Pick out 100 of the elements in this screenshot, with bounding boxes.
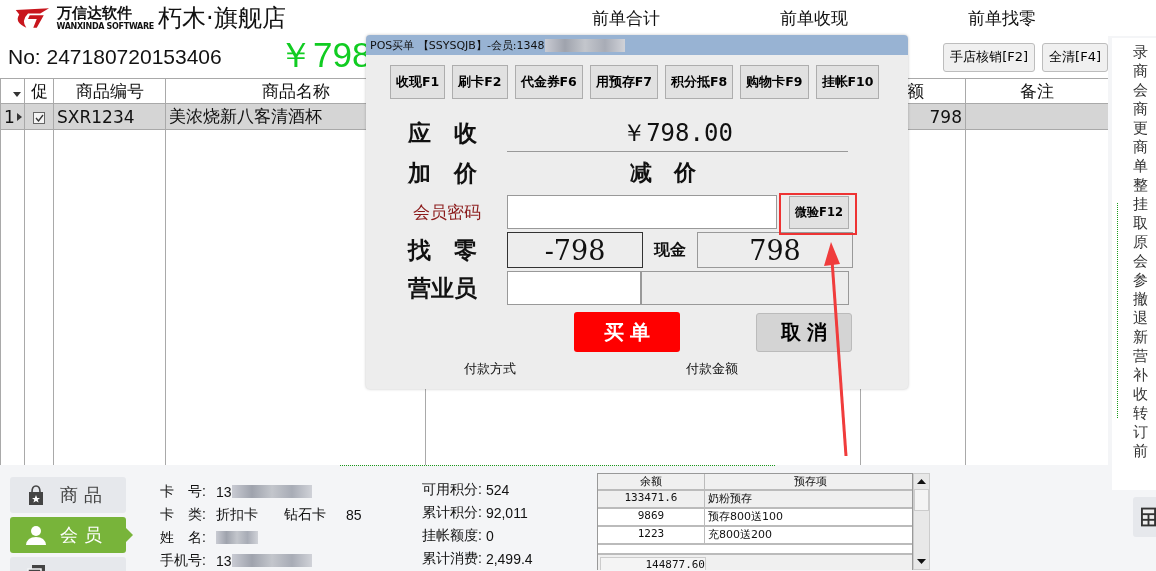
field-label: 挂帐额度:: [422, 526, 482, 545]
side-tab[interactable]: 商品: [10, 477, 126, 513]
menu-item[interactable]: 参: [1133, 271, 1156, 290]
field-label: 会员密码: [412, 200, 482, 224]
field-value: 524: [485, 481, 510, 498]
menu-item[interactable]: 商: [1133, 138, 1156, 157]
pay-button[interactable]: 买 单: [574, 312, 680, 352]
payment-method-button[interactable]: 收现F1: [390, 65, 446, 99]
window-title: POS买单 【SSYSQJB】-会员:1348: [370, 37, 545, 53]
menu-item[interactable]: 收: [1133, 385, 1156, 404]
action-button[interactable]: 手店核销[F2]: [943, 42, 1036, 72]
field-label: 现金: [652, 239, 687, 261]
menu-item[interactable]: 挂: [1133, 195, 1156, 214]
field-value: 92,011: [485, 504, 528, 521]
column-header: 商品编号: [75, 80, 144, 101]
field-label: 累计积分:: [422, 503, 482, 522]
cancel-button[interactable]: 取 消: [756, 312, 852, 352]
checkbox[interactable]: [33, 111, 45, 124]
field-value: 钻石卡: [284, 505, 326, 524]
table-cell-text: 充800送200: [707, 527, 773, 543]
column-header: 余额: [598, 474, 705, 489]
field-label: 营业员: [408, 272, 478, 303]
menu-item[interactable]: 原: [1133, 233, 1156, 252]
menu-item[interactable]: 整: [1133, 176, 1156, 195]
logo-subtitle: WANXINDA SOFTWARE: [56, 22, 154, 31]
menu-item[interactable]: 前: [1133, 442, 1156, 461]
column-header: 预存项: [792, 474, 828, 489]
field-label: 加 价: [408, 157, 478, 188]
table-cell: 1223: [598, 527, 705, 543]
field-value: 2,499.4: [485, 550, 533, 567]
sort-icon: [13, 92, 21, 97]
menu-item[interactable]: 撤: [1133, 290, 1156, 309]
menu-item[interactable]: 新: [1133, 328, 1156, 347]
column-header: 商品名称: [261, 80, 330, 101]
menu-item[interactable]: 退: [1133, 309, 1156, 328]
menu-item[interactable]: 商: [1133, 100, 1156, 119]
menu-item[interactable]: 会: [1133, 81, 1156, 100]
payment-method-button[interactable]: 积分抵F8: [665, 65, 734, 99]
payment-method-button[interactable]: 用预存F7: [589, 65, 658, 99]
menu-item[interactable]: 商: [1133, 62, 1156, 81]
field-label: 累计消费:: [422, 549, 482, 568]
shopping-bag-icon: [26, 485, 46, 505]
summary-label: 前单合计: [592, 6, 661, 30]
table-cell: 美浓烧新八客清酒杯: [169, 106, 322, 126]
field-value: 折扣卡: [216, 505, 258, 524]
store-name: 朽木·旗舰店: [158, 3, 286, 34]
password-field[interactable]: [507, 195, 777, 229]
total-cell: 144877.60: [600, 557, 706, 570]
table-cell: SXR1234: [57, 106, 135, 127]
clerk-field[interactable]: [507, 271, 641, 305]
field-value: 0: [485, 527, 494, 544]
row-number: 1: [4, 106, 15, 127]
table-cell: 133471.6: [598, 491, 705, 507]
table-cell: 798: [929, 106, 962, 127]
payment-method-button[interactable]: 刷卡F2: [452, 65, 508, 99]
column-header: 备注: [1020, 80, 1054, 101]
amount-due: ￥798.00: [622, 118, 733, 147]
cash-field: 798: [697, 232, 853, 268]
menu-item[interactable]: 转: [1133, 404, 1156, 423]
payment-method-button[interactable]: 代金券F6: [514, 65, 583, 99]
field-value: 13: [216, 483, 232, 500]
table-cell: 9869: [598, 509, 705, 525]
tab-pointer-icon: [126, 528, 133, 542]
field-value: 13: [216, 552, 232, 569]
verify-button[interactable]: 微验F12: [789, 195, 849, 229]
menu-item[interactable]: 单: [1133, 157, 1156, 176]
field-label: 卡 号:: [160, 482, 207, 501]
menu-item[interactable]: 录: [1133, 43, 1156, 62]
action-button[interactable]: 全清[F4]: [1042, 42, 1108, 72]
check-icon: [34, 113, 44, 122]
menu-item[interactable]: 营: [1133, 347, 1156, 366]
field-label: 卡 类:: [160, 505, 207, 524]
column-header: 付款方式: [464, 360, 517, 378]
field-label: 姓 名:: [160, 528, 207, 547]
menu-item[interactable]: 订: [1133, 423, 1156, 442]
field-value: 85: [346, 506, 362, 523]
payment-method-button[interactable]: 挂帐F10: [815, 65, 880, 99]
payment-method-button[interactable]: 购物卡F9: [740, 65, 809, 99]
field-label: 应 收: [408, 117, 478, 148]
scroll-down-icon: [917, 559, 926, 564]
menu-item[interactable]: 取: [1133, 214, 1156, 233]
menu-item[interactable]: 更: [1133, 119, 1156, 138]
menu-item[interactable]: 会: [1133, 252, 1156, 271]
grid-icon: [1141, 507, 1156, 527]
table-cell-text: 奶粉预存: [707, 491, 753, 507]
column-header: 促: [30, 80, 48, 101]
logo-title: 万信达软件: [56, 5, 133, 22]
column-header: 付款金额: [686, 360, 739, 378]
scroll-up-icon: [917, 479, 926, 484]
field-label: 减 价: [630, 158, 696, 187]
field-label: 手机号:: [160, 551, 207, 570]
change-field: -798: [507, 232, 643, 268]
summary-label: 前单找零: [968, 6, 1037, 30]
field-label: 可用积分:: [422, 480, 482, 499]
table-cell-text: 预存800送100: [707, 509, 784, 525]
menu-item[interactable]: 补: [1133, 366, 1156, 385]
calculator-button[interactable]: [1133, 497, 1156, 537]
summary-label: 前单收现: [780, 6, 849, 30]
order-number: No: 247180720153406: [8, 45, 223, 69]
person-icon: [26, 525, 46, 545]
